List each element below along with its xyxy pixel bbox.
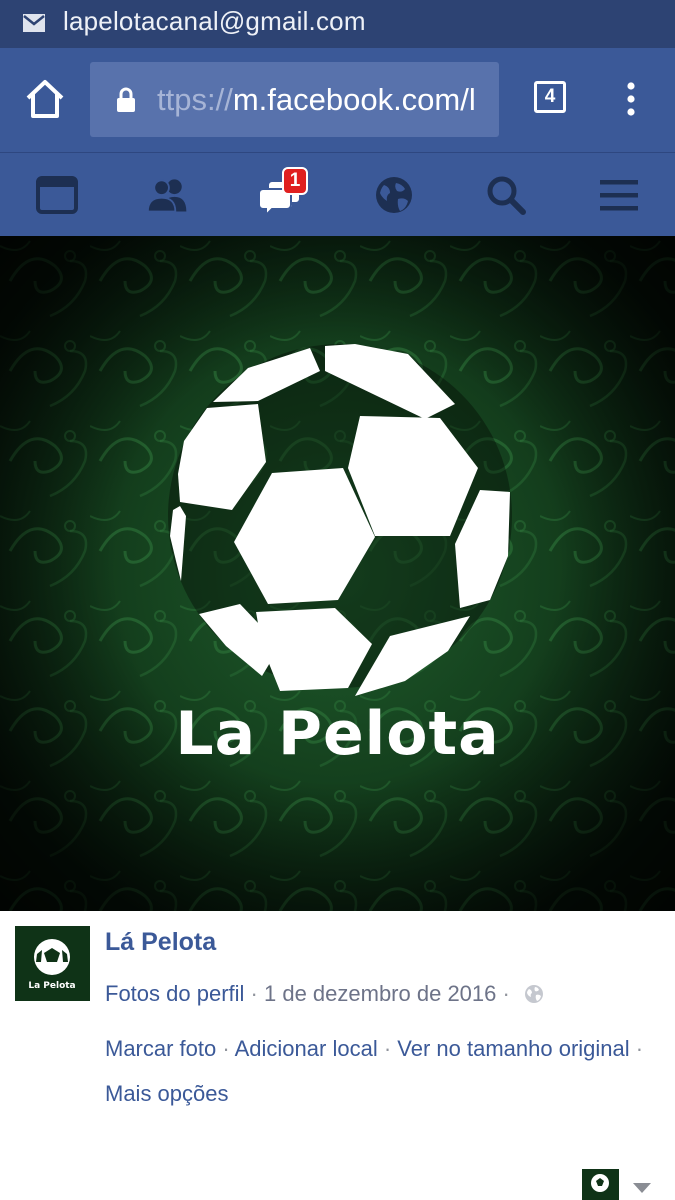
facebook-nav-bar: 1 — [0, 152, 675, 236]
mail-icon — [23, 14, 45, 32]
post-date[interactable]: 1 de dezembro de 2016 — [264, 981, 496, 1006]
tag-photo-link[interactable]: Marcar foto — [105, 1036, 216, 1061]
notification-badge: 1 — [282, 167, 308, 195]
friends-icon[interactable] — [146, 175, 190, 215]
ball-logo — [0, 236, 675, 911]
album-link[interactable]: Fotos do perfil — [105, 981, 244, 1006]
photo-brand-text: La Pelota — [175, 699, 500, 769]
chevron-down-icon[interactable] — [633, 1183, 651, 1195]
add-location-link[interactable]: Adicionar local — [235, 1036, 378, 1061]
notification-email: lapelotacanal@gmail.com — [63, 6, 366, 36]
page-avatar[interactable]: La Pelota — [15, 926, 90, 1001]
url-prefix: ttps:// — [157, 82, 233, 117]
status-bar: lapelotacanal@gmail.com — [0, 0, 675, 48]
address-bar[interactable]: ttps://m.facebook.com/l — [90, 62, 499, 137]
separator: · — [502, 981, 510, 1006]
post-meta: Fotos do perfil · 1 de dezembro de 2016 … — [105, 981, 544, 1007]
more-options-link[interactable]: Mais opções — [105, 1081, 229, 1106]
avatar-text: La Pelota — [28, 981, 75, 991]
home-icon[interactable] — [24, 78, 66, 120]
view-full-size-link[interactable]: Ver no tamanho original — [397, 1036, 629, 1061]
url-text[interactable]: ttps://m.facebook.com/l — [157, 82, 476, 118]
separator: · — [635, 1036, 644, 1061]
browser-menu-icon[interactable] — [623, 81, 639, 117]
browser-toolbar: ttps://m.facebook.com/l 4 — [0, 48, 675, 152]
separator: · — [383, 1036, 392, 1061]
news-feed-icon[interactable] — [35, 175, 79, 215]
commenter-avatar[interactable] — [582, 1169, 619, 1200]
tab-switcher-button[interactable]: 4 — [534, 81, 566, 113]
search-icon[interactable] — [484, 175, 528, 215]
hamburger-menu-icon[interactable] — [597, 175, 641, 215]
url-domain: m.facebook.com/l — [232, 82, 476, 117]
lock-icon — [117, 87, 135, 112]
public-globe-icon — [524, 985, 543, 1003]
separator: · — [222, 1036, 230, 1061]
profile-photo[interactable]: La Pelota — [0, 236, 675, 911]
separator: · — [250, 981, 258, 1006]
photo-actions: Marcar foto · Adicionar local · Ver no t… — [105, 1026, 665, 1116]
globe-icon[interactable] — [372, 175, 416, 215]
page-name-link[interactable]: Lá Pelota — [105, 928, 216, 957]
